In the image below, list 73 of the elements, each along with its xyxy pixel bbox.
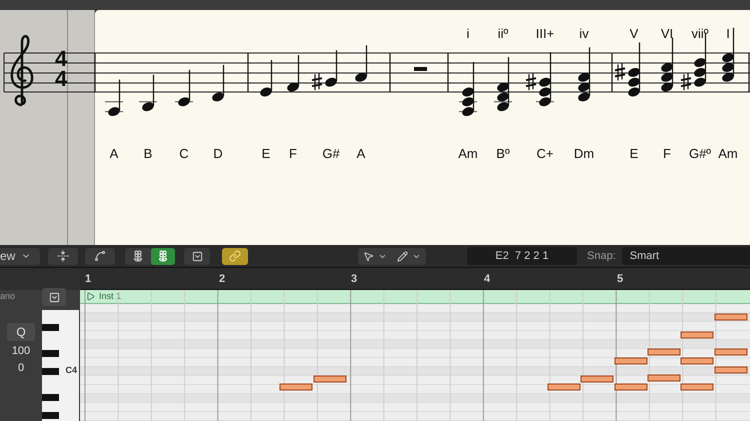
note-block[interactable]	[648, 374, 680, 382]
region-toggle-button[interactable]	[42, 288, 66, 306]
note-block[interactable]	[614, 358, 648, 364]
note-name: A	[356, 145, 366, 163]
note-name: C	[179, 145, 189, 163]
note-name: E	[262, 145, 270, 163]
sharp-key	[42, 368, 59, 375]
sharp-key	[42, 324, 59, 331]
roman-numeral: iiº	[498, 25, 508, 43]
quantize-button[interactable]: Q	[7, 323, 35, 341]
filter-icon	[192, 250, 202, 262]
roman-numeral: i	[466, 25, 470, 43]
note-block[interactable]	[580, 376, 614, 382]
chord-name: E	[630, 145, 638, 163]
bar-number: 5	[617, 272, 624, 287]
chord-name: C+	[536, 145, 554, 163]
roman-numeral: I	[726, 25, 730, 43]
note-name: G#	[322, 145, 340, 163]
pencil-icon	[397, 250, 408, 262]
flower-icon	[132, 250, 144, 262]
sharp-key	[42, 394, 59, 401]
note-name: A	[110, 145, 118, 163]
key-label: C4	[65, 364, 77, 377]
sharp-key	[42, 412, 59, 419]
flower-icon	[157, 250, 169, 262]
bar-number: 1	[85, 272, 92, 287]
link-icon	[229, 250, 241, 262]
roman-numeral: V	[630, 25, 638, 43]
note-name: F	[289, 145, 297, 163]
note-name: D	[213, 145, 223, 163]
note-block[interactable]	[680, 332, 714, 338]
roman-numeral: iv	[579, 25, 589, 43]
filter-button[interactable]	[184, 248, 210, 264]
note-block[interactable]	[280, 384, 312, 390]
chord-name: Am	[718, 145, 738, 163]
midi-in-button[interactable]	[151, 248, 175, 264]
note-block[interactable]	[714, 314, 748, 320]
region-play-icon	[86, 292, 95, 301]
sharp-key	[42, 350, 59, 357]
toggle-icon	[48, 292, 60, 302]
collapse-icon	[57, 250, 69, 262]
chord-name: Bº	[496, 145, 510, 163]
roman-numeral: VI	[660, 25, 674, 43]
roman-numeral: viiº	[691, 25, 709, 43]
snap-label: Snap:	[587, 248, 616, 264]
view-menu[interactable]: ew	[0, 248, 40, 264]
chord-name: F	[663, 145, 671, 163]
note-block[interactable]	[680, 384, 714, 390]
bar-number: 2	[219, 272, 226, 287]
note-block[interactable]	[614, 384, 648, 390]
note-block[interactable]	[548, 384, 580, 390]
offset-value: 0	[18, 360, 24, 376]
bar-number: 3	[351, 272, 358, 287]
chord-name: G#º	[688, 145, 712, 163]
link-button[interactable]	[222, 248, 248, 264]
bar-number: 4	[484, 272, 490, 287]
chord-name: Am	[458, 145, 478, 163]
pointer-icon	[363, 250, 374, 262]
collapse-button[interactable]	[48, 248, 78, 264]
note-block[interactable]	[714, 366, 748, 374]
note-block[interactable]	[648, 348, 680, 356]
roman-numeral: III+	[536, 25, 554, 43]
chord-name: Dm	[574, 145, 594, 163]
note-block[interactable]	[680, 358, 714, 364]
velocity-value: 100	[12, 344, 30, 359]
position-display: E2 7 2 2 1	[467, 247, 577, 265]
curve-icon	[94, 250, 106, 262]
note-block[interactable]	[314, 376, 346, 382]
note-name: B	[144, 145, 152, 163]
snap-dropdown[interactable]: Smart	[622, 247, 750, 265]
track-name: ano	[0, 290, 16, 303]
note-block[interactable]	[714, 348, 748, 356]
curve-button[interactable]	[85, 248, 115, 264]
